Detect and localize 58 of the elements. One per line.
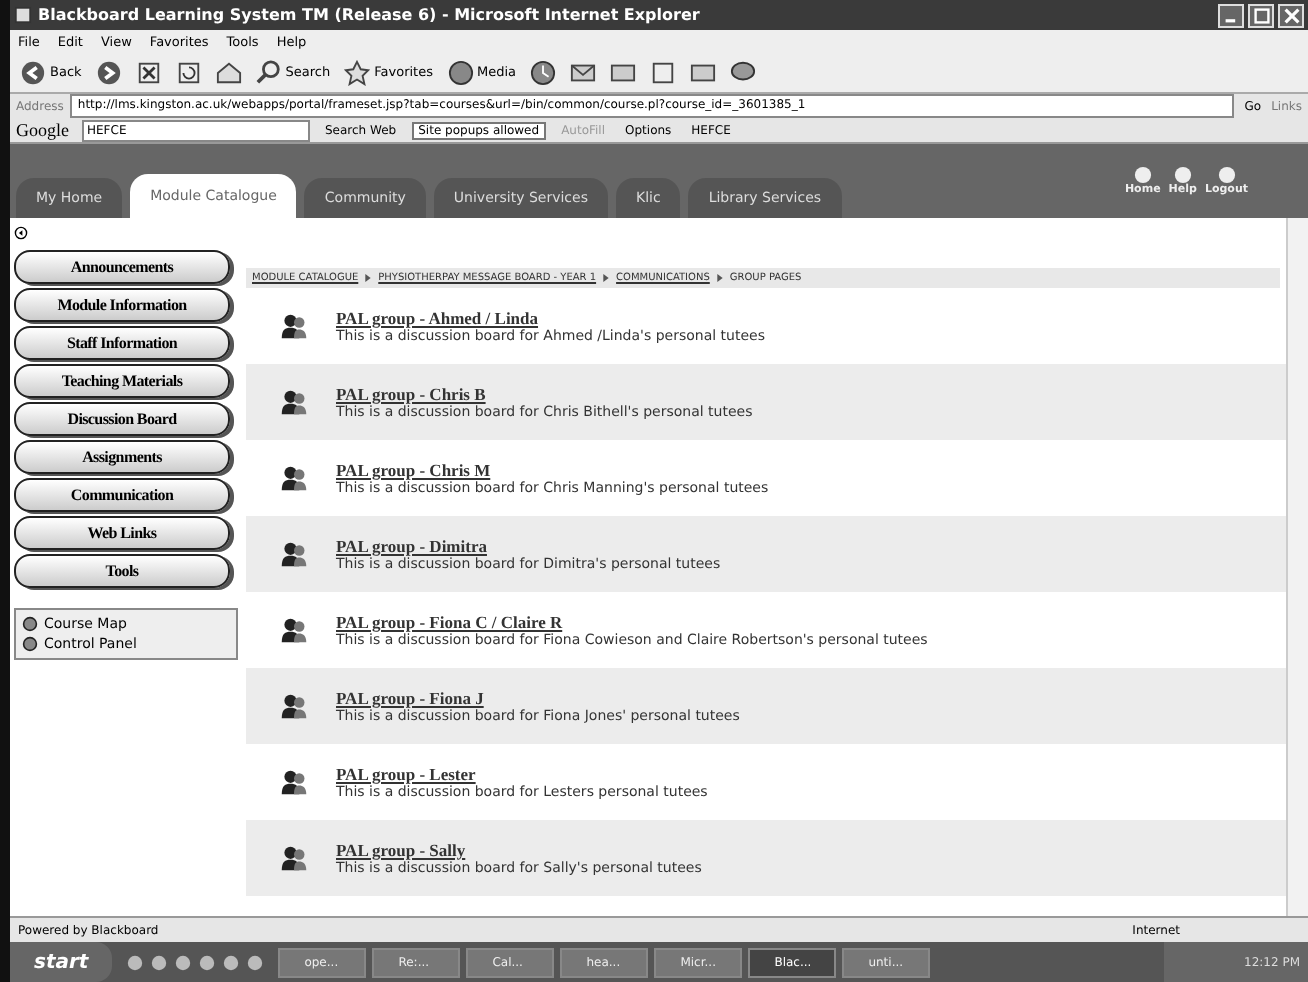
course-menu-button[interactable]: Web Links bbox=[14, 516, 230, 550]
separator-icon bbox=[602, 274, 611, 282]
print-button[interactable] bbox=[606, 59, 641, 85]
group-link[interactable]: PAL group - Dimitra bbox=[336, 536, 721, 556]
course-menu-button[interactable]: Announcements bbox=[14, 250, 230, 284]
group-link[interactable]: PAL group - Ahmed / Linda bbox=[336, 308, 765, 328]
people-icon bbox=[280, 692, 308, 720]
group-link[interactable]: PAL group - Fiona J bbox=[336, 688, 740, 708]
maximize-icon bbox=[1253, 7, 1269, 23]
course-menu-button[interactable]: Assignments bbox=[14, 440, 230, 474]
refresh-icon bbox=[175, 59, 202, 85]
course-menu-button[interactable]: Tools bbox=[14, 554, 230, 588]
circle-icon bbox=[1133, 166, 1152, 184]
maximize-button[interactable] bbox=[1248, 3, 1274, 27]
separator-icon bbox=[364, 274, 373, 282]
home-button[interactable] bbox=[211, 59, 246, 85]
course-menu-button[interactable]: Discussion Board bbox=[14, 402, 230, 436]
minimize-button[interactable] bbox=[1218, 3, 1244, 27]
close-button[interactable] bbox=[1278, 3, 1304, 27]
close-icon bbox=[1283, 7, 1299, 23]
course-menu-button[interactable]: Teaching Materials bbox=[14, 364, 230, 398]
home-icon bbox=[215, 59, 242, 85]
people-icon bbox=[280, 844, 308, 872]
course-menu-button[interactable]: Module Information bbox=[14, 288, 230, 322]
circle-icon bbox=[1217, 166, 1236, 184]
circle-icon bbox=[22, 636, 38, 652]
favorites-icon bbox=[344, 59, 371, 85]
course-menu-button[interactable]: Communication bbox=[14, 478, 230, 512]
people-icon bbox=[280, 464, 308, 492]
people-icon bbox=[280, 540, 308, 568]
start-button[interactable]: start bbox=[10, 942, 113, 982]
separator-icon bbox=[715, 274, 724, 282]
back-icon bbox=[20, 59, 46, 85]
people-icon bbox=[280, 388, 308, 416]
group-link[interactable]: PAL group - Sally bbox=[336, 840, 702, 860]
window-title: Blackboard Learning System TM (Release 6) - Microsoft Internet Explorer bbox=[38, 6, 700, 24]
stop-icon bbox=[135, 59, 162, 85]
discuss-button[interactable] bbox=[686, 59, 721, 85]
history-icon bbox=[530, 59, 557, 85]
mail-icon bbox=[570, 59, 597, 85]
people-icon bbox=[280, 616, 308, 644]
collapse-icon[interactable] bbox=[14, 226, 28, 240]
people-icon bbox=[280, 768, 308, 796]
messenger-button[interactable] bbox=[726, 59, 761, 85]
search-icon bbox=[255, 59, 282, 85]
group-link[interactable]: PAL group - Chris B bbox=[336, 384, 753, 404]
scrollbar[interactable] bbox=[1286, 218, 1308, 916]
group-link[interactable]: PAL group - Chris M bbox=[336, 460, 769, 480]
circle-icon bbox=[1173, 166, 1192, 184]
history-button[interactable] bbox=[526, 59, 561, 85]
group-link[interactable]: PAL group - Lester bbox=[336, 764, 708, 784]
forward-icon bbox=[95, 59, 122, 85]
group-link[interactable]: PAL group - Fiona C / Claire R bbox=[336, 612, 928, 632]
course-menu-button[interactable]: Staff Information bbox=[14, 326, 230, 360]
circle-icon bbox=[22, 616, 38, 632]
mail-button[interactable] bbox=[566, 59, 601, 85]
google-logo[interactable]: Google bbox=[16, 120, 69, 140]
people-icon bbox=[280, 312, 308, 340]
